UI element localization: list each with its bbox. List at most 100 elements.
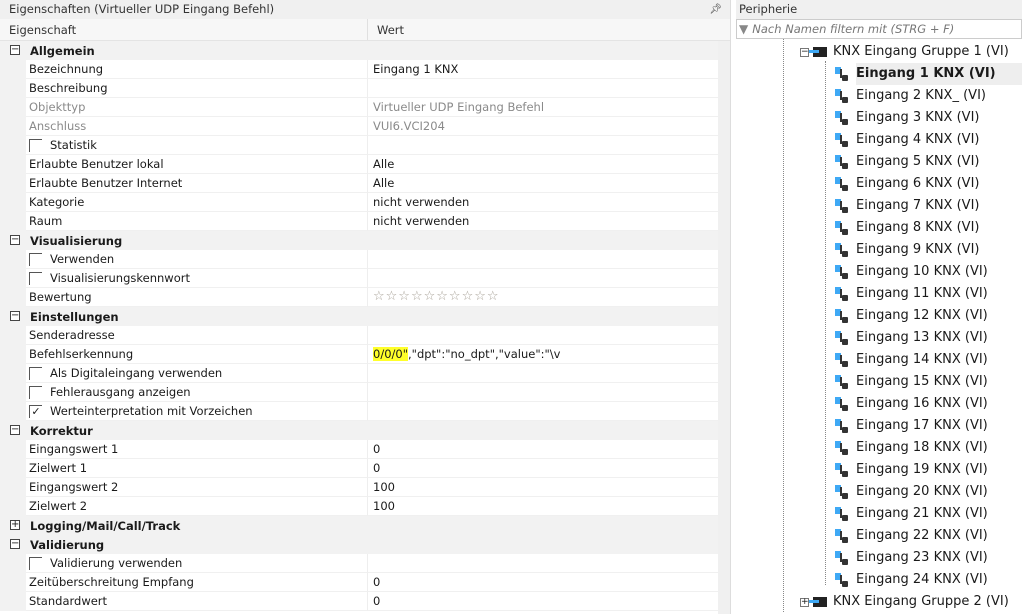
property-value[interactable] xyxy=(368,402,718,421)
tree-item[interactable]: Eingang 20 KNX (VI) xyxy=(832,481,988,503)
expand-icon[interactable]: + xyxy=(10,520,20,530)
property-row[interactable]: Eingangswert 1 0 xyxy=(0,440,730,459)
property-row[interactable]: Raum nicht verwenden xyxy=(0,212,730,231)
property-row[interactable]: Validierung verwenden xyxy=(0,554,730,573)
property-value[interactable] xyxy=(368,326,718,345)
tree-item[interactable]: Eingang 17 KNX (VI) xyxy=(832,415,988,437)
property-value[interactable]: Alle xyxy=(368,174,718,193)
property-value[interactable]: Alle xyxy=(368,155,718,174)
tree-item[interactable]: Eingang 9 KNX (VI) xyxy=(832,239,979,261)
checkbox[interactable] xyxy=(29,366,42,380)
collapse-icon[interactable]: − xyxy=(10,311,20,321)
property-value[interactable] xyxy=(368,383,718,402)
category-row[interactable]: − Einstellungen xyxy=(0,307,730,326)
tree-item[interactable]: Eingang 4 KNX (VI) xyxy=(832,129,979,151)
tree-item[interactable]: Eingang 3 KNX (VI) xyxy=(832,107,979,129)
pin-icon[interactable]: 📌︎ xyxy=(709,0,722,19)
tree-item[interactable]: Eingang 22 KNX (VI) xyxy=(832,525,988,547)
rating-stars[interactable]: ☆☆☆☆☆☆☆☆☆☆ xyxy=(368,288,718,307)
tree-item[interactable]: Eingang 13 KNX (VI) xyxy=(832,327,988,349)
property-value[interactable]: Eingang 1 KNX xyxy=(368,60,718,79)
category-row[interactable]: − Validierung xyxy=(0,535,730,554)
tree-group-2[interactable]: + KNX Eingang Gruppe 2 (VI) xyxy=(800,591,1009,613)
column-header-property[interactable]: Eigenschaft xyxy=(0,19,368,40)
tree-item[interactable]: Eingang 12 KNX (VI) xyxy=(832,305,988,327)
tree-item[interactable]: Eingang 21 KNX (VI) xyxy=(832,503,988,525)
property-value[interactable] xyxy=(368,136,718,155)
checkbox[interactable]: ✓ xyxy=(29,404,42,418)
tree-item[interactable]: Eingang 5 KNX (VI) xyxy=(832,151,979,173)
category-row[interactable]: − Korrektur xyxy=(0,421,730,440)
tree-item[interactable]: Eingang 24 KNX (VI) xyxy=(832,569,988,591)
property-value[interactable] xyxy=(368,269,718,288)
property-row[interactable]: Senderadresse xyxy=(0,326,730,345)
checkbox[interactable] xyxy=(29,271,42,285)
tree-item[interactable]: Eingang 8 KNX (VI) xyxy=(832,217,979,239)
tree-item[interactable]: Eingang 16 KNX (VI) xyxy=(832,393,988,415)
property-row[interactable]: Verwenden xyxy=(0,250,730,269)
checkbox[interactable] xyxy=(29,556,42,570)
property-row[interactable]: Standardwert 0 xyxy=(0,592,730,611)
property-value[interactable]: 0 xyxy=(368,459,718,478)
category-row[interactable]: − Visualisierung xyxy=(0,231,730,250)
property-row[interactable]: Zielwert 2 100 xyxy=(0,497,730,516)
checkbox[interactable] xyxy=(29,252,42,266)
property-row[interactable]: Beschreibung xyxy=(0,79,730,98)
property-value[interactable]: nicht verwenden xyxy=(368,193,718,212)
tree-item[interactable]: Eingang 23 KNX (VI) xyxy=(832,547,988,569)
tree-group-1[interactable]: − KNX Eingang Gruppe 1 (VI) xyxy=(800,41,1009,63)
property-value[interactable]: 100 xyxy=(368,478,718,497)
property-value[interactable]: 0/0/0","dpt":"no_dpt","value":"\v xyxy=(368,345,718,364)
property-row[interactable]: Befehlserkennung 0/0/0","dpt":"no_dpt","v… xyxy=(0,345,730,364)
property-value[interactable]: Virtueller UDP Eingang Befehl xyxy=(368,98,718,117)
tree-item[interactable]: Eingang 15 KNX (VI) xyxy=(832,371,988,393)
property-value[interactable] xyxy=(368,79,718,98)
checkbox[interactable] xyxy=(29,138,42,152)
tree-item[interactable]: Eingang 18 KNX (VI) xyxy=(832,437,988,459)
property-row[interactable]: ✓ Werteinterpretation mit Vorzeichen xyxy=(0,402,730,421)
collapse-icon[interactable]: − xyxy=(800,47,809,57)
property-row[interactable]: Als Digitaleingang verwenden xyxy=(0,364,730,383)
tree-item[interactable]: Eingang 1 KNX (VI) xyxy=(832,63,1022,85)
property-value[interactable]: VUI6.VCI204 xyxy=(368,117,718,136)
property-row[interactable]: Bezeichnung Eingang 1 KNX xyxy=(0,60,730,79)
tree-item[interactable]: Eingang 2 KNX_ (VI) xyxy=(832,85,986,107)
property-value[interactable]: 0 xyxy=(368,592,718,611)
property-value[interactable]: nicht verwenden xyxy=(368,212,718,231)
property-row[interactable]: Statistik xyxy=(0,136,730,155)
property-value[interactable] xyxy=(368,554,718,573)
property-row[interactable]: Kategorie nicht verwenden xyxy=(0,193,730,212)
tree-item[interactable]: Eingang 19 KNX (VI) xyxy=(832,459,988,481)
vertical-scrollbar[interactable] xyxy=(718,41,730,614)
property-value[interactable]: 0 xyxy=(368,440,718,459)
property-row[interactable]: Visualisierungskennwort xyxy=(0,269,730,288)
property-row[interactable]: Fehlerausgang anzeigen xyxy=(0,383,730,402)
category-row[interactable]: + Logging/Mail/Call/Track xyxy=(0,516,730,535)
property-row[interactable]: Bewertung ☆☆☆☆☆☆☆☆☆☆ xyxy=(0,288,730,307)
category-row[interactable]: − Allgemein xyxy=(0,41,730,60)
tree-item[interactable]: Eingang 10 KNX (VI) xyxy=(832,261,988,283)
property-row[interactable]: Anschluss VUI6.VCI204 xyxy=(0,117,730,136)
property-row[interactable]: Erlaubte Benutzer Internet Alle xyxy=(0,174,730,193)
tree-item[interactable]: Eingang 14 KNX (VI) xyxy=(832,349,988,371)
collapse-icon[interactable]: − xyxy=(10,539,20,549)
property-row[interactable]: Objekttyp Virtueller UDP Eingang Befehl xyxy=(0,98,730,117)
tree-item[interactable]: Eingang 11 KNX (VI) xyxy=(832,283,988,305)
property-value[interactable]: 0 xyxy=(368,573,718,592)
property-row[interactable]: Zielwert 1 0 xyxy=(0,459,730,478)
filter-input[interactable]: ▼ Nach Namen filtern mit (STRG + F) xyxy=(736,19,1022,39)
tree-item[interactable]: Eingang 6 KNX (VI) xyxy=(832,173,979,195)
property-row[interactable]: Zeitüberschreitung Empfang 0 xyxy=(0,573,730,592)
tree-item[interactable]: Eingang 7 KNX (VI) xyxy=(832,195,979,217)
property-value[interactable] xyxy=(368,250,718,269)
column-header-value[interactable]: Wert xyxy=(368,19,404,40)
expand-icon[interactable]: + xyxy=(800,597,809,607)
property-row[interactable]: Eingangswert 2 100 xyxy=(0,478,730,497)
collapse-icon[interactable]: − xyxy=(10,45,20,55)
property-value[interactable]: 100 xyxy=(368,497,718,516)
property-row[interactable]: Erlaubte Benutzer lokal Alle xyxy=(0,155,730,174)
collapse-icon[interactable]: − xyxy=(10,425,20,435)
checkbox[interactable] xyxy=(29,385,42,399)
collapse-icon[interactable]: − xyxy=(10,235,20,245)
property-value[interactable] xyxy=(368,364,718,383)
